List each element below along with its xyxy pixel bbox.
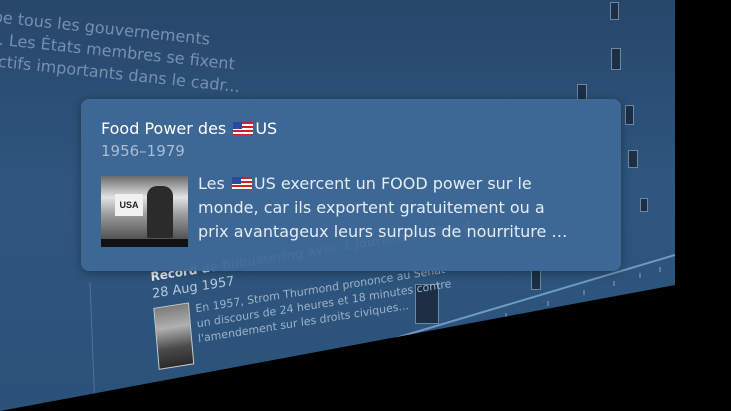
background-event-text: pe tous les gouvernements s. Les États m… [0,6,246,98]
event-thumbnail[interactable] [531,268,541,290]
event-thumbnail[interactable] [625,105,634,125]
axis-label: 1965 [318,385,341,395]
axis-guide-line [89,281,96,411]
event-thumbnail[interactable] [610,2,619,20]
tooltip-desc-suffix: US exercent un FOOD power sur le monde, … [198,174,568,241]
us-flag-icon [233,122,254,135]
tooltip-description: Les US exercent un FOOD power sur le mon… [198,172,578,247]
axis-label: 1975 [450,344,468,352]
event-thumbnail[interactable] [640,198,648,212]
tooltip-title: Food Power des US [101,119,601,138]
event-thumbnail[interactable] [628,150,638,168]
tooltip-photo: USA [101,176,188,247]
event-thumbnail[interactable] [577,84,587,100]
tooltip-title-suffix: US [255,119,278,138]
tooltip-title-prefix: Food Power des [101,119,227,138]
us-flag-icon [231,177,252,190]
tooltip-desc-prefix: Les [198,174,225,193]
photo-sack-label: USA [115,194,143,216]
axis-label: 1970 [393,361,413,370]
tooltip-date-range: 1956–1979 [101,142,185,160]
event-card-photo [153,302,195,370]
event-thumbnail[interactable] [611,48,621,70]
event-tooltip[interactable]: Food Power des US 1956–1979 USA Les US e… [81,99,621,271]
